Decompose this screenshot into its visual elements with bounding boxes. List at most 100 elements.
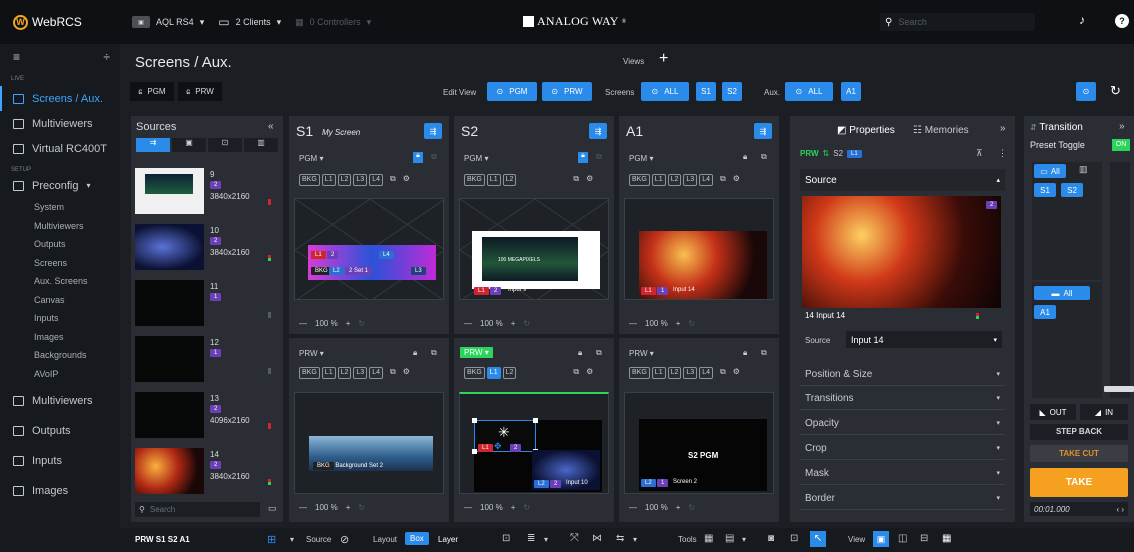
- t-bar-handle[interactable]: [1104, 386, 1134, 392]
- layer-chip-bkg[interactable]: BKG: [629, 174, 650, 186]
- device-selector[interactable]: ▣ AQL RS4 ▾: [132, 16, 204, 28]
- layer-chip-l3[interactable]: L3: [353, 174, 368, 186]
- layer-chip-l2[interactable]: L2: [667, 367, 682, 379]
- align-icon[interactable]: ⊼: [976, 148, 983, 159]
- transition-duration[interactable]: 00:01.000 ‹ ›: [1030, 502, 1128, 516]
- layer-chip-l2[interactable]: L2: [502, 367, 517, 379]
- lock-icon[interactable]: 🔒︎: [743, 348, 747, 358]
- layer-mode-button[interactable]: Layer: [438, 535, 458, 544]
- sidebar-subitem-multiviewers[interactable]: Multiviewers: [0, 217, 120, 236]
- lock-icon[interactable]: 🔒︎: [578, 348, 582, 358]
- frame-icon[interactable]: ◙: [768, 533, 774, 544]
- zoom-in-button[interactable]: +: [511, 503, 516, 512]
- lock-icon[interactable]: 🔒︎: [413, 348, 417, 358]
- tab-screens[interactable]: ⊡: [208, 138, 242, 152]
- layer-chip-l2[interactable]: L2: [667, 174, 682, 186]
- sidebar-subitem-images[interactable]: Images: [0, 328, 120, 347]
- layer-chip-l4[interactable]: L4: [699, 367, 713, 379]
- layer-chip-l1[interactable]: L1: [486, 367, 501, 379]
- copy-icon[interactable]: ⧉: [761, 348, 767, 358]
- reset-zoom-icon[interactable]: ↻: [523, 503, 530, 512]
- copy-icon[interactable]: ⧉: [596, 348, 602, 358]
- transition-a1-button[interactable]: A1: [1034, 305, 1056, 319]
- reset-zoom-icon[interactable]: ↻: [523, 319, 530, 328]
- selection-handle[interactable]: [472, 449, 477, 454]
- tab-images[interactable]: ▣: [172, 138, 206, 152]
- screen-s1-button[interactable]: S1: [696, 82, 716, 101]
- snapshot-icon[interactable]: ⧉: [390, 174, 396, 183]
- pgm-dropdown[interactable]: PGM ▾: [629, 154, 653, 163]
- source-item-10[interactable]: 10 2 3840x2160: [210, 226, 250, 257]
- zoom-out-button[interactable]: —: [299, 319, 307, 328]
- sidebar-subitem-inputs[interactable]: Inputs: [0, 309, 120, 328]
- source-thumb-12[interactable]: [135, 336, 204, 382]
- view-split-icon[interactable]: ◫: [898, 533, 907, 544]
- transition-in-button[interactable]: ◢ IN: [1080, 404, 1128, 420]
- pgm-canvas-a1[interactable]: L1 1 Input 14: [624, 198, 774, 300]
- no-source-icon[interactable]: ⊘: [340, 533, 349, 546]
- tab-backgrounds[interactable]: ▥: [244, 138, 278, 152]
- section-mask[interactable]: Mask ▾: [800, 462, 1005, 485]
- distribute-icon[interactable]: ⋈: [592, 533, 602, 544]
- layer-chip-l1[interactable]: L1: [321, 367, 336, 379]
- tool-snap-icon[interactable]: ▤: [725, 533, 734, 544]
- sidebar-item-multiviewers-setup[interactable]: Multiviewers: [0, 388, 120, 413]
- expand-panel-icon[interactable]: »: [1119, 121, 1125, 132]
- aux-all-button[interactable]: ⊙ ALL: [785, 82, 833, 101]
- step-back-button[interactable]: STEP BACK: [1030, 424, 1128, 440]
- collapse-sources-icon[interactable]: «: [268, 121, 274, 132]
- selection-handle[interactable]: [472, 418, 477, 423]
- sidebar-subitem-aux-screens[interactable]: Aux. Screens: [0, 272, 120, 291]
- settings-icon[interactable]: ⚙: [586, 174, 593, 183]
- transition-s2-button[interactable]: S2: [1061, 183, 1083, 197]
- settings-icon[interactable]: ⚙: [403, 174, 410, 183]
- lock-icon[interactable]: 🔒︎: [413, 152, 423, 163]
- chevron-down-icon[interactable]: ▾: [290, 535, 294, 544]
- view-stack-icon[interactable]: ⊟: [920, 533, 928, 544]
- view-grid-icon[interactable]: ▦: [942, 533, 951, 544]
- zoom-out-button[interactable]: —: [299, 503, 307, 512]
- clients-selector[interactable]: ▭ 2 Clients ▾: [218, 15, 281, 29]
- chevron-down-icon[interactable]: ▾: [544, 535, 548, 544]
- layer-chip-bkg[interactable]: BKG: [629, 367, 650, 379]
- snapshot-icon[interactable]: ⧉: [390, 367, 396, 376]
- layer-chip-l1[interactable]: L1: [321, 174, 336, 186]
- lock-icon[interactable]: 🔒︎: [743, 152, 747, 162]
- align-icon[interactable]: ≣: [527, 533, 535, 544]
- move-icon[interactable]: ✥: [494, 441, 502, 452]
- prw-dropdown[interactable]: PRW ▾: [629, 349, 654, 358]
- select-all-aux-button[interactable]: ▬ All: [1034, 286, 1090, 300]
- flip-icon[interactable]: ⇆: [616, 533, 624, 544]
- sidebar-item-images[interactable]: Images: [0, 478, 120, 503]
- safe-area-icon[interactable]: ⊡: [790, 533, 798, 544]
- menu-icon[interactable]: ≡: [13, 50, 20, 64]
- settings-icon[interactable]: ⚙: [733, 174, 740, 183]
- source-thumb-13[interactable]: [135, 392, 204, 438]
- source-item-9[interactable]: 9 2 3840x2160: [210, 170, 250, 201]
- settings-icon[interactable]: ⚙: [403, 367, 410, 376]
- layer-chip-l2[interactable]: L2: [337, 367, 352, 379]
- sidebar-item-multiviewers[interactable]: Multiviewers: [0, 111, 120, 136]
- pgm-button[interactable]: ɕ PGM: [130, 82, 174, 101]
- source-section-header[interactable]: Source ▴: [800, 169, 1005, 191]
- zoom-in-button[interactable]: +: [676, 319, 681, 328]
- zoom-out-button[interactable]: —: [464, 503, 472, 512]
- copy-icon[interactable]: ⧉: [596, 152, 602, 162]
- edit-view-pgm-button[interactable]: ⊙ PGM: [487, 82, 537, 101]
- copy-icon[interactable]: ⧉: [761, 152, 767, 162]
- snapshot-icon[interactable]: ⧉: [720, 367, 726, 376]
- zoom-in-button[interactable]: +: [511, 319, 516, 328]
- pgm-dropdown[interactable]: PGM ▾: [299, 154, 323, 163]
- layer-chip-l3[interactable]: L3: [683, 174, 698, 186]
- copy-icon[interactable]: ⧉: [431, 152, 437, 162]
- expand-icon[interactable]: ⤧: [570, 532, 579, 545]
- reset-zoom-icon[interactable]: ↻: [688, 319, 695, 328]
- prw-canvas-s2[interactable]: ✳ L1 ✥ 2 L2 2 Input 10: [459, 392, 609, 494]
- collapse-icon[interactable]: ÷: [103, 50, 110, 64]
- copy-icon[interactable]: ⧉: [431, 348, 437, 358]
- section-border[interactable]: Border ▾: [800, 487, 1005, 510]
- screen-layout-button[interactable]: ⇶: [589, 123, 607, 139]
- screen-layout-button[interactable]: ⇶: [754, 123, 772, 139]
- prw-canvas-a1[interactable]: S2 PGM L2 1 Screen 2: [624, 392, 774, 494]
- sidebar-subitem-system[interactable]: System: [0, 198, 120, 217]
